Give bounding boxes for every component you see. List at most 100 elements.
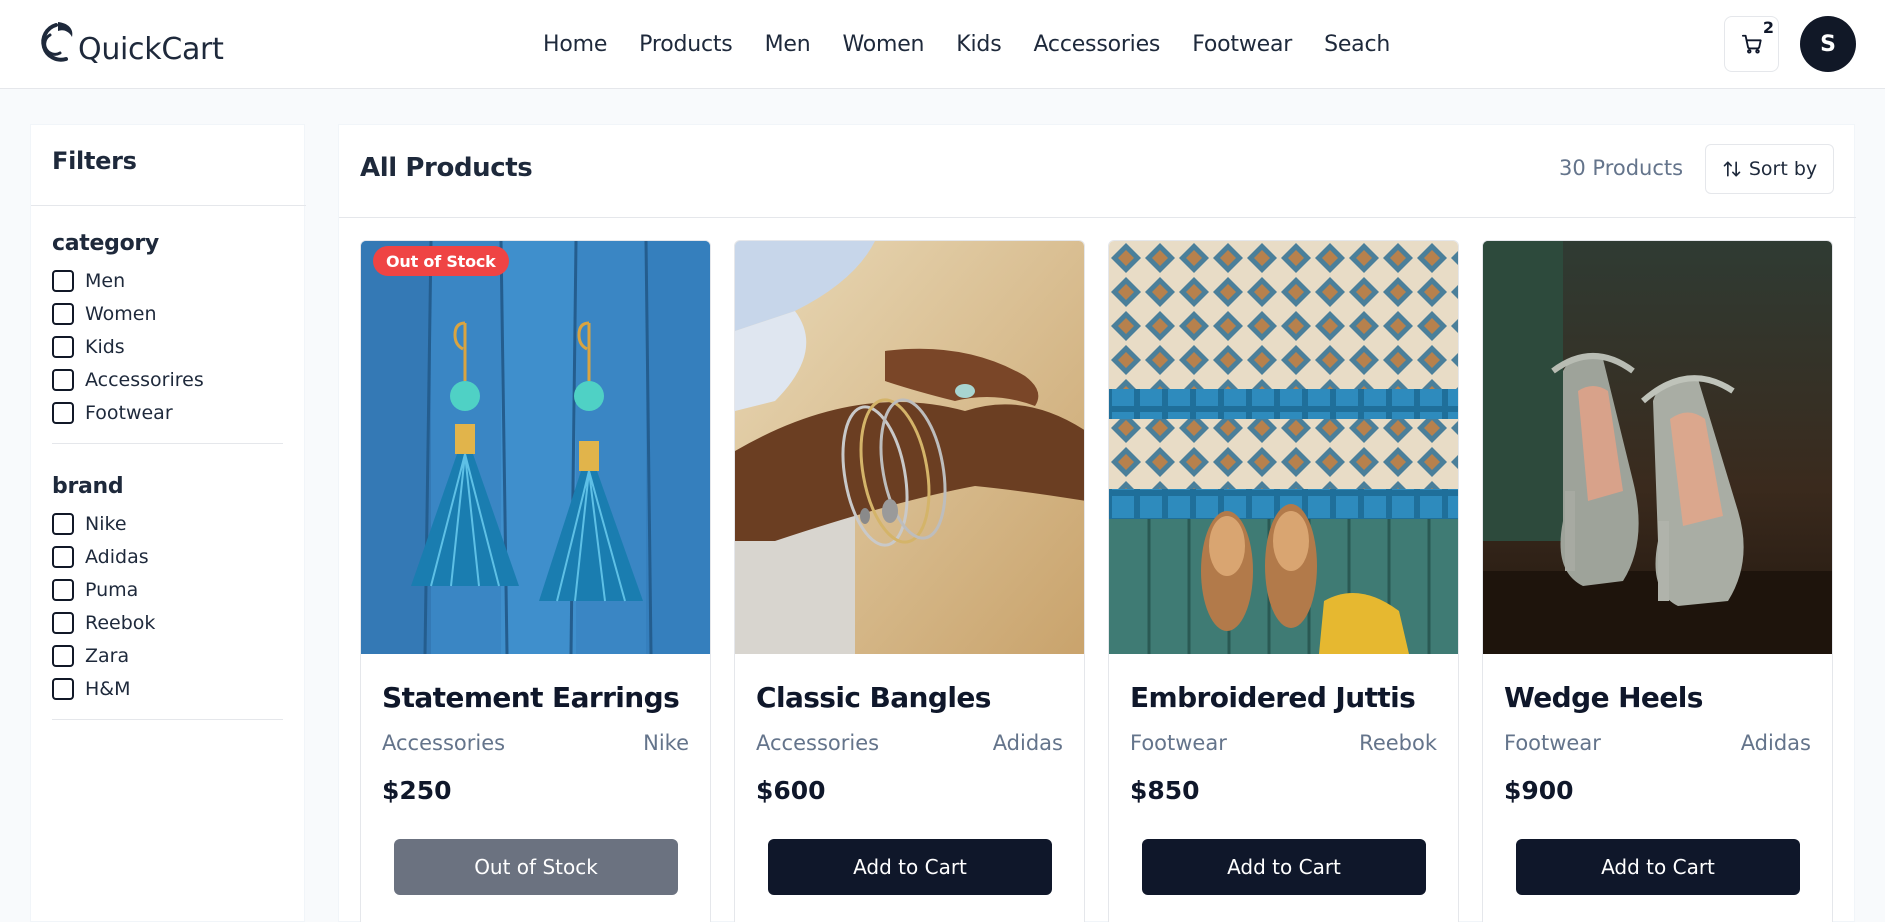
checkbox[interactable]	[52, 401, 74, 424]
juttis-photo	[1109, 241, 1458, 654]
earrings-photo	[361, 241, 710, 654]
product-price: $850	[1130, 776, 1200, 805]
cart-count-badge: 2	[1762, 18, 1774, 37]
brand-option-zara[interactable]: Zara	[52, 639, 283, 672]
option-label: H&M	[85, 677, 131, 700]
option-label: Footwear	[85, 401, 173, 424]
brand-option-nike[interactable]: Nike	[52, 507, 283, 540]
nav-search[interactable]: Seach	[1324, 32, 1390, 57]
cart-button[interactable]: 2	[1724, 16, 1779, 72]
product-name[interactable]: Classic Bangles	[756, 681, 991, 714]
sort-arrows-icon	[1723, 161, 1741, 177]
product-grid: Out of Stock Statement Earrings Accessor…	[360, 240, 1833, 922]
product-name[interactable]: Statement Earrings	[382, 681, 680, 714]
divider	[52, 719, 283, 720]
option-label: Adidas	[85, 545, 149, 568]
category-filter-group: category Men Women Kids Accessorires Foo…	[52, 231, 283, 444]
top-navbar: QuickCart Home Products Men Women Kids A…	[0, 0, 1885, 89]
nav-footwear[interactable]: Footwear	[1192, 32, 1292, 57]
category-option-kids[interactable]: Kids	[52, 330, 283, 363]
product-card[interactable]: Classic Bangles Accessories Adidas $600 …	[734, 240, 1085, 922]
option-label: Accessorires	[85, 368, 204, 391]
product-name[interactable]: Embroidered Juttis	[1130, 681, 1416, 714]
nav-products[interactable]: Products	[639, 32, 733, 57]
add-to-cart-button[interactable]: Add to Cart	[1142, 839, 1426, 895]
category-option-women[interactable]: Women	[52, 297, 283, 330]
products-header: All Products 30 Products Sort by	[339, 125, 1856, 218]
out-of-stock-button[interactable]: Out of Stock	[394, 839, 678, 895]
product-brand: Reebok	[1359, 731, 1437, 755]
sort-button[interactable]: Sort by	[1705, 144, 1834, 194]
option-label: Zara	[85, 644, 130, 667]
product-price: $250	[382, 776, 452, 805]
product-card[interactable]: Out of Stock Statement Earrings Accessor…	[360, 240, 711, 922]
product-name[interactable]: Wedge Heels	[1504, 681, 1703, 714]
brand-option-adidas[interactable]: Adidas	[52, 540, 283, 573]
product-price: $600	[756, 776, 826, 805]
add-to-cart-button[interactable]: Add to Cart	[768, 839, 1052, 895]
category-option-accessories[interactable]: Accessorires	[52, 363, 283, 396]
checkbox[interactable]	[52, 644, 74, 667]
product-category: Footwear	[1130, 731, 1227, 755]
nav-accessories[interactable]: Accessories	[1033, 32, 1160, 57]
product-price: $900	[1504, 776, 1574, 805]
shopping-cart-icon	[1741, 34, 1762, 54]
brand-name: QuickCart	[78, 31, 224, 67]
product-card[interactable]: Wedge Heels Footwear Adidas $900 Add to …	[1482, 240, 1833, 922]
checkbox[interactable]	[52, 578, 74, 601]
product-brand: Nike	[643, 731, 689, 755]
product-image[interactable]	[1483, 241, 1832, 654]
main-nav: Home Products Men Women Kids Accessories…	[543, 26, 1422, 62]
checkbox[interactable]	[52, 512, 74, 535]
brand-option-hm[interactable]: H&M	[52, 672, 283, 705]
logo[interactable]: QuickCart	[36, 15, 224, 71]
checkbox[interactable]	[52, 611, 74, 634]
option-label: Men	[85, 269, 126, 292]
option-label: Reebok	[85, 611, 156, 634]
product-image[interactable]: Out of Stock	[361, 241, 710, 654]
category-option-footwear[interactable]: Footwear	[52, 396, 283, 429]
option-label: Puma	[85, 578, 139, 601]
checkbox[interactable]	[52, 335, 74, 358]
heels-photo	[1483, 241, 1832, 654]
brand-filter-title: brand	[52, 474, 124, 499]
category-option-men[interactable]: Men	[52, 264, 283, 297]
product-brand: Adidas	[992, 731, 1063, 755]
user-avatar[interactable]: S	[1800, 16, 1856, 72]
product-image[interactable]	[1109, 241, 1458, 654]
product-category: Accessories	[382, 731, 506, 755]
divider	[52, 443, 283, 444]
checkbox[interactable]	[52, 545, 74, 568]
product-brand: Adidas	[1740, 731, 1811, 755]
nav-home[interactable]: Home	[543, 32, 607, 57]
product-category: Accessories	[756, 731, 880, 755]
sort-label: Sort by	[1748, 158, 1818, 180]
product-image[interactable]	[735, 241, 1084, 654]
option-label: Nike	[85, 512, 127, 535]
category-filter-title: category	[52, 231, 159, 256]
add-to-cart-button[interactable]: Add to Cart	[1516, 839, 1800, 895]
out-of-stock-badge: Out of Stock	[373, 246, 509, 276]
checkbox[interactable]	[52, 368, 74, 391]
product-category: Footwear	[1504, 731, 1601, 755]
divider	[31, 205, 306, 206]
products-panel: All Products 30 Products Sort by Out of …	[338, 124, 1856, 922]
nav-kids[interactable]: Kids	[956, 32, 1001, 57]
checkbox[interactable]	[52, 302, 74, 325]
product-card[interactable]: Embroidered Juttis Footwear Reebok $850 …	[1108, 240, 1459, 922]
page-title: All Products	[360, 153, 533, 183]
nav-men[interactable]: Men	[765, 32, 811, 57]
quickcart-logo-icon	[41, 22, 73, 62]
brand-option-reebok[interactable]: Reebok	[52, 606, 283, 639]
filters-title: Filters	[52, 147, 137, 175]
bangles-photo	[735, 241, 1084, 654]
product-count: 30 Products	[1559, 156, 1684, 180]
option-label: Kids	[85, 335, 125, 358]
brand-option-puma[interactable]: Puma	[52, 573, 283, 606]
checkbox[interactable]	[52, 677, 74, 700]
brand-filter-group: brand Nike Adidas Puma Reebok Zara H&M	[52, 474, 283, 720]
filters-sidebar: Filters category Men Women Kids Accessor…	[30, 124, 306, 922]
nav-women[interactable]: Women	[842, 32, 924, 57]
option-label: Women	[85, 302, 157, 325]
checkbox[interactable]	[52, 269, 74, 292]
